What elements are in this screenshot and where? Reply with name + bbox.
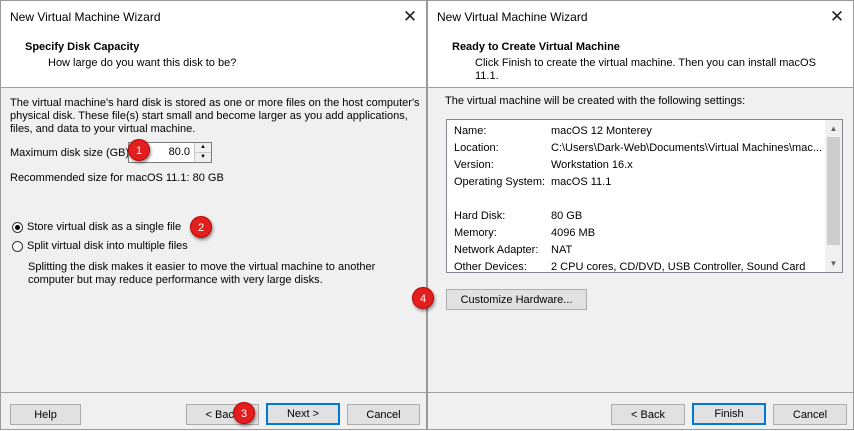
recommended-size: Recommended size for macOS 11.1: 80 GB <box>10 172 224 184</box>
ready-to-create-window: New Virtual Machine Wizard ✕ Ready to Cr… <box>427 0 854 430</box>
step-badge-2: 2 <box>190 216 212 238</box>
single-file-radio[interactable] <box>12 222 23 233</box>
back-button[interactable]: < Back <box>611 404 685 425</box>
window-title: New Virtual Machine Wizard <box>437 10 588 24</box>
page-subtitle: How large do you want this disk to be? <box>48 57 237 69</box>
page-title: Specify Disk Capacity <box>25 41 140 53</box>
scroll-thumb[interactable] <box>827 137 840 245</box>
setting-label: Name: <box>454 125 487 137</box>
setting-value: Workstation 16.x <box>551 159 633 171</box>
spinner-buttons: ▲ ▼ <box>194 143 211 162</box>
step-badge-1: 1 <box>128 139 150 161</box>
setting-value: macOS 11.1 <box>551 176 612 188</box>
help-button[interactable]: Help <box>10 404 81 425</box>
cancel-button[interactable]: Cancel <box>773 404 847 425</box>
disk-capacity-window: New Virtual Machine Wizard ✕ Specify Dis… <box>0 0 427 430</box>
setting-label: Hard Disk: <box>454 210 506 222</box>
finish-button[interactable]: Finish <box>692 403 766 425</box>
scroll-down-icon[interactable]: ▼ <box>825 255 842 272</box>
setting-label: Version: <box>454 159 494 171</box>
settings-intro: The virtual machine will be created with… <box>445 95 746 107</box>
spin-up-icon[interactable]: ▲ <box>195 143 211 153</box>
settings-list[interactable]: Name: macOS 12 Monterey Location: C:\Use… <box>446 119 843 273</box>
page-title: Ready to Create Virtual Machine <box>452 41 620 53</box>
close-icon[interactable]: ✕ <box>400 7 420 27</box>
wizard-header: Specify Disk Capacity How large do you w… <box>1 32 426 88</box>
wizard-header: Ready to Create Virtual Machine Click Fi… <box>428 32 853 88</box>
setting-label: Memory: <box>454 227 497 239</box>
single-file-label[interactable]: Store virtual disk as a single file <box>27 221 181 233</box>
step-badge-3: 3 <box>233 402 255 424</box>
disk-size-input[interactable]: 80.0 <box>169 146 190 158</box>
next-button[interactable]: Next > <box>266 403 340 425</box>
max-disk-size-label: Maximum disk size (GB): <box>10 147 133 159</box>
setting-value: C:\Users\Dark-Web\Documents\Virtual Mach… <box>551 142 823 154</box>
step-badge-4: 4 <box>412 287 434 309</box>
split-files-radio[interactable] <box>12 241 23 252</box>
title-bar: New Virtual Machine Wizard ✕ <box>1 1 426 32</box>
setting-value: macOS 12 Monterey <box>551 125 652 137</box>
disk-description: The virtual machine's hard disk is store… <box>10 97 420 135</box>
setting-value: NAT <box>551 244 573 256</box>
setting-value: 2 CPU cores, CD/DVD, USB Controller, Sou… <box>551 261 806 273</box>
scroll-up-icon[interactable]: ▲ <box>825 120 842 137</box>
customize-hardware-button[interactable]: Customize Hardware... <box>446 289 587 310</box>
footer-divider <box>1 392 426 393</box>
setting-label: Other Devices: <box>454 261 527 273</box>
setting-label: Network Adapter: <box>454 244 539 256</box>
page-subtitle: Click Finish to create the virtual machi… <box>475 57 816 82</box>
split-files-label[interactable]: Split virtual disk into multiple files <box>27 240 188 252</box>
setting-value: 80 GB <box>551 210 583 222</box>
title-bar: New Virtual Machine Wizard ✕ <box>428 1 853 32</box>
setting-label: Location: <box>454 142 499 154</box>
footer-divider <box>428 392 853 393</box>
spin-down-icon[interactable]: ▼ <box>195 153 211 162</box>
close-icon[interactable]: ✕ <box>827 7 847 27</box>
window-title: New Virtual Machine Wizard <box>10 10 161 24</box>
setting-value: 4096 MB <box>551 227 596 239</box>
cancel-button[interactable]: Cancel <box>347 404 420 425</box>
vertical-scrollbar[interactable]: ▲ ▼ <box>825 120 842 272</box>
setting-label: Operating System: <box>454 176 546 188</box>
split-note: Splitting the disk makes it easier to mo… <box>28 261 376 286</box>
